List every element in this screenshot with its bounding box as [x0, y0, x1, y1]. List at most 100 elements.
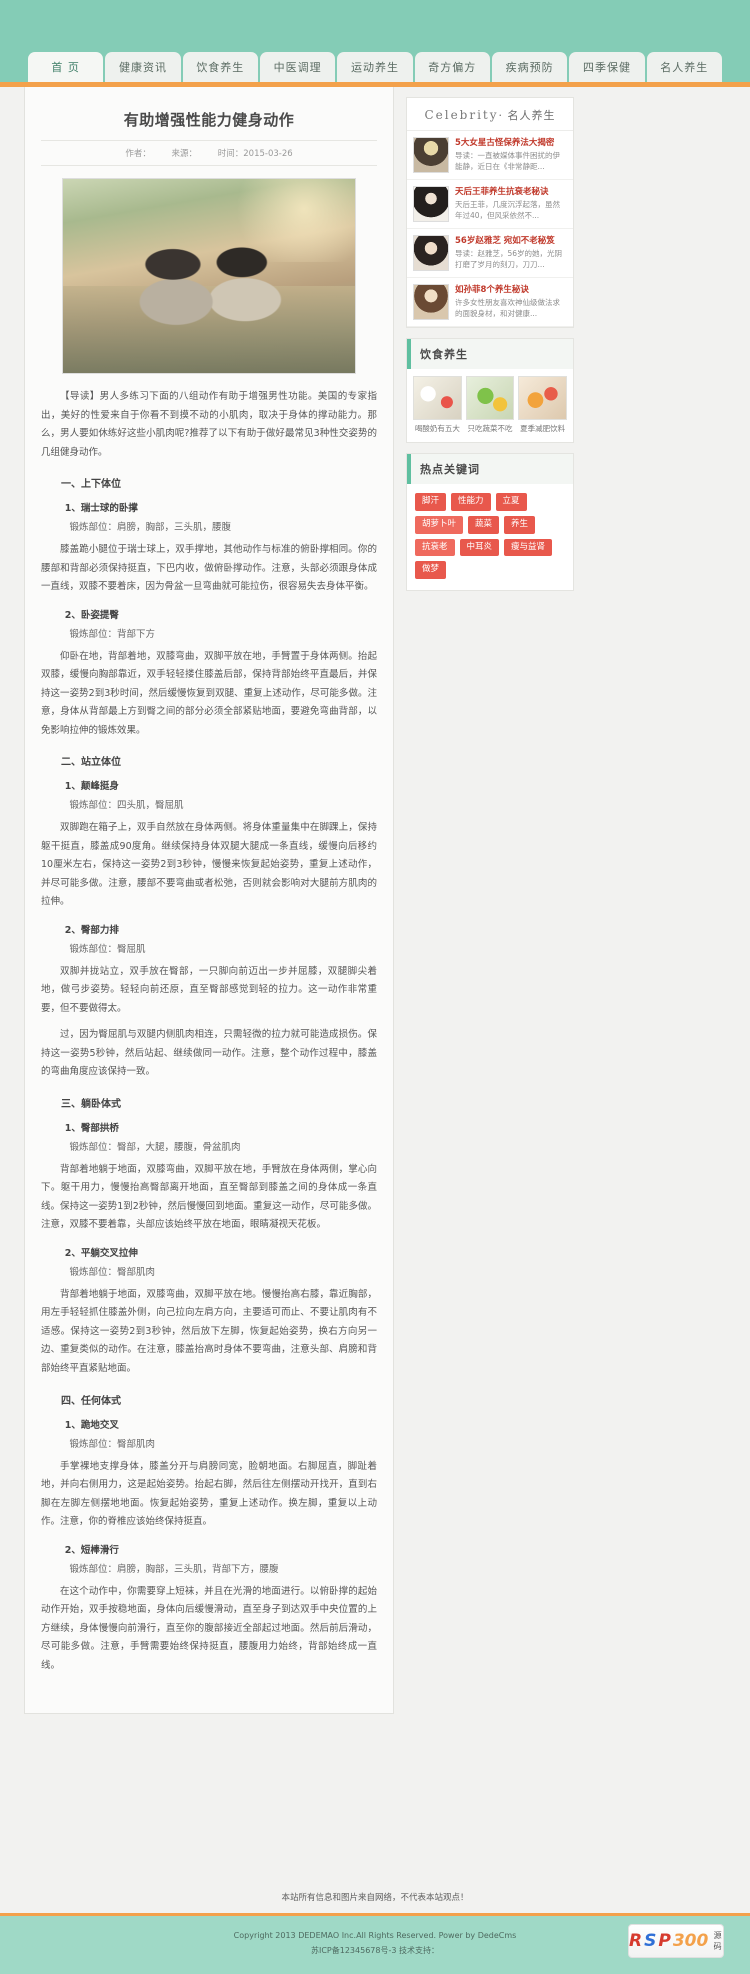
keyword-tag[interactable]: 抗衰老	[415, 538, 455, 557]
celebrity-thumb-icon	[413, 284, 449, 320]
celebrity-desc: 导读：赵雅芝，56岁的她，光阴打磨了岁月的刻刀，刀刀...	[455, 248, 563, 270]
article-lead: 【导读】男人多练习下面的八组动作有助于增强男性功能。美国的专家指出，美好的性爱来…	[41, 391, 377, 458]
list-item[interactable]: 5大女星古怪保养法大揭密 导读：一直被媒体事件困扰的伊能静，近日在《非常静距..…	[407, 131, 573, 180]
nav-label: 四季保健	[582, 61, 631, 74]
exercise-body-part: 锻炼部位：臀部，大腿，腰腹，骨盆肌肉	[69, 1141, 241, 1153]
nav-item-seasonal-care[interactable]: 四季保健	[569, 52, 645, 82]
keyword-tag[interactable]: 脚汗	[415, 492, 447, 511]
celebrity-title[interactable]: 如孙菲8个养生秘诀	[455, 284, 567, 297]
nav-item-folk-remedies[interactable]: 奇方偏方	[414, 52, 490, 82]
article-column: 有助增强性能力健身动作 作者： 来源： 时间：2015-03-26 【导读】男人…	[24, 87, 394, 1715]
subsection-heading: 2、卧姿提臀	[64, 609, 119, 621]
main-nav: 首 页 健康资讯 饮食养生 中医调理 运动养生 奇方偏方 疾病预防 四季保健 名…	[28, 52, 722, 82]
article-hero-image	[62, 178, 356, 374]
hot-keywords-widget: 热点关键词 脚汗 性能力 立夏 胡萝卜叶 蔬菜 养生 抗衰老 中耳炎 痩与益肾 …	[406, 452, 574, 592]
celebrity-title[interactable]: 天后王菲养生抗衰老秘诀	[455, 186, 567, 199]
celebrity-text: 如孙菲8个养生秘诀 许多女性朋友喜欢神仙级做法求的面貌身材，和对健康...	[455, 284, 567, 320]
nav-item-diet-health[interactable]: 饮食养生	[182, 52, 258, 82]
exercise-body-part: 锻炼部位：肩膀，胸部，三头肌，腰腹	[69, 522, 232, 534]
rsp-logo-icon[interactable]: R S P 300 源码	[628, 1924, 724, 1958]
diet-health-widget: 饮食养生 喝酸奶有五大 只吃蔬菜不吃 夏季减肥饮料	[406, 338, 574, 443]
list-item[interactable]: 56岁赵雅芝 宛如不老秘笈 导读：赵雅芝，56岁的她，光阴打磨了岁月的刻刀，刀刀…	[407, 229, 573, 278]
exercise-body-part: 锻炼部位：背部下方	[69, 628, 156, 640]
nav-item-health-news[interactable]: 健康资讯	[105, 52, 181, 82]
section-heading: 二、站立体位	[61, 757, 121, 769]
exercise-description: 仰卧在地，背部着地，双膝弯曲，双脚平放在地，手臂置于身体两侧。抬起双膝，缓慢向胸…	[41, 650, 377, 736]
meta-author: 作者：	[125, 149, 151, 159]
food-caption: 只吃蔬菜不吃	[467, 424, 513, 433]
nav-label: 饮食养生	[196, 61, 245, 74]
subsection-heading: 1、瑞士球的卧撑	[64, 503, 138, 515]
diet-health-grid: 喝酸奶有五大 只吃蔬菜不吃 夏季减肥饮料	[407, 369, 573, 442]
celebrity-heading: Celebrity· 名人养生	[407, 98, 573, 131]
list-item[interactable]: 如孙菲8个养生秘诀 许多女性朋友喜欢神仙级做法求的面貌身材，和对健康...	[407, 278, 573, 327]
subsection-heading: 1、臀部拱桥	[64, 1122, 119, 1134]
logo-letter-s: S	[644, 1931, 657, 1951]
list-item[interactable]: 天后王菲养生抗衰老秘诀 天后王菲，几度沉浮起落，虽然年过40，但风采依然不...	[407, 180, 573, 229]
exercise-description: 膝盖跪小腿位于瑞士球上，双手撑地，其他动作与标准的俯卧撑相同。你的腰部和背部必须…	[41, 544, 377, 593]
subsection-heading: 1、颠峰挺身	[64, 781, 119, 793]
celebrity-text: 5大女星古怪保养法大揭密 导读：一直被媒体事件困扰的伊能静，近日在《非常静距..…	[455, 137, 567, 173]
celebrity-thumb-icon	[413, 235, 449, 271]
exercise-body-part: 锻炼部位：臀屈肌	[69, 943, 146, 955]
food-thumb-icon	[465, 376, 515, 420]
food-thumb-icon	[413, 376, 462, 420]
exercise-body-part: 锻炼部位：四头肌，臀屈肌	[69, 800, 184, 812]
celebrity-text: 天后王菲养生抗衰老秘诀 天后王菲，几度沉浮起落，虽然年过40，但风采依然不...	[455, 186, 567, 222]
site-disclaimer: 本站所有信息和图片来自网络，不代表本站观点！	[0, 1877, 750, 1913]
exercise-description: 在这个动作中，你需要穿上短袜，并且在光滑的地面进行。以俯卧撑的起始动作开始，双手…	[41, 1585, 377, 1671]
keyword-tag[interactable]: 性能力	[451, 492, 491, 511]
hot-keywords-list: 脚汗 性能力 立夏 胡萝卜叶 蔬菜 养生 抗衰老 中耳炎 痩与益肾 做梦	[407, 483, 573, 591]
keyword-tag[interactable]: 养生	[504, 515, 536, 534]
nav-label: 疾病预防	[505, 61, 554, 74]
image-glow	[223, 179, 355, 263]
keyword-tag[interactable]: 立夏	[495, 492, 527, 511]
list-item[interactable]: 喝酸奶有五大	[413, 376, 462, 434]
keyword-tag[interactable]: 中耳炎	[459, 538, 500, 557]
exercise-body-part: 锻炼部位：肩膀，胸部，三头肌，背部下方，腰腹	[69, 1563, 279, 1575]
keyword-tag[interactable]: 蔬菜	[468, 515, 500, 534]
article-meta: 作者： 来源： 时间：2015-03-26	[41, 140, 377, 166]
list-item[interactable]: 夏季减肥饮料	[518, 376, 568, 434]
celebrity-heading-en: Celebrity	[424, 108, 499, 122]
nav-label: 运动养生	[350, 61, 399, 74]
page-body: 有助增强性能力健身动作 作者： 来源： 时间：2015-03-26 【导读】男人…	[0, 87, 750, 1877]
list-item[interactable]: 只吃蔬菜不吃	[465, 376, 515, 434]
celebrity-text: 56岁赵雅芝 宛如不老秘笈 导读：赵雅芝，56岁的她，光阴打磨了岁月的刻刀，刀刀…	[455, 235, 567, 271]
nav-label: 名人养生	[660, 61, 709, 74]
site-footer: Copyright 2013 DEDEMAO Inc.All Rights Re…	[0, 1913, 750, 1974]
subsection-heading: 2、短棒滑行	[64, 1544, 119, 1556]
nav-item-tcm[interactable]: 中医调理	[259, 52, 336, 82]
keyword-tag[interactable]: 做梦	[415, 561, 447, 580]
sidebar: Celebrity· 名人养生 5大女星古怪保养法大揭密 导读：一直被媒体事件困…	[406, 87, 574, 601]
keyword-tag[interactable]: 胡萝卜叶	[415, 515, 464, 534]
food-thumb-icon	[518, 376, 568, 420]
section-heading: 四、任何体式	[61, 1395, 121, 1407]
celebrity-title[interactable]: 56岁赵雅芝 宛如不老秘笈	[455, 235, 567, 248]
food-caption: 夏季减肥饮料	[520, 424, 566, 433]
nav-item-celebrity-health[interactable]: 名人养生	[646, 52, 722, 82]
nav-label: 奇方偏方	[428, 61, 477, 74]
logo-number: 300	[672, 1931, 709, 1951]
celebrity-thumb-icon	[413, 186, 449, 222]
keyword-tag[interactable]: 痩与益肾	[504, 538, 553, 557]
meta-time: 时间：2015-03-26	[217, 149, 293, 159]
logo-letter-p: P	[658, 1931, 671, 1951]
celebrity-title[interactable]: 5大女星古怪保养法大揭密	[455, 137, 567, 150]
celebrity-desc: 许多女性朋友喜欢神仙级做法求的面貌身材，和对健康...	[455, 297, 560, 319]
food-caption: 喝酸奶有五大	[414, 424, 460, 433]
celebrity-heading-cn: · 名人养生	[498, 109, 556, 122]
logo-letter-r: R	[629, 1931, 643, 1951]
subsection-heading: 2、臀部力排	[64, 924, 119, 936]
nav-label: 首 页	[51, 61, 80, 74]
exercise-description: 双脚并拢站立，双手放在臀部，一只脚向前迈出一步并屈膝，双腿脚尖着地，做弓步姿势。…	[41, 965, 377, 1014]
subsection-heading: 1、跪地交叉	[64, 1419, 119, 1431]
celebrity-desc: 天后王菲，几度沉浮起落，虽然年过40，但风采依然不...	[455, 199, 560, 221]
celebrity-desc: 导读：一直被媒体事件困扰的伊能静，近日在《非常静距...	[455, 150, 560, 172]
nav-item-disease-prevention[interactable]: 疾病预防	[491, 52, 568, 82]
nav-item-home[interactable]: 首 页	[28, 52, 104, 82]
celebrity-thumb-icon	[413, 137, 449, 173]
section-heading: 三、躺卧体式	[61, 1098, 121, 1110]
nav-item-sports-health[interactable]: 运动养生	[337, 52, 413, 82]
nav-label: 健康资讯	[118, 61, 167, 74]
